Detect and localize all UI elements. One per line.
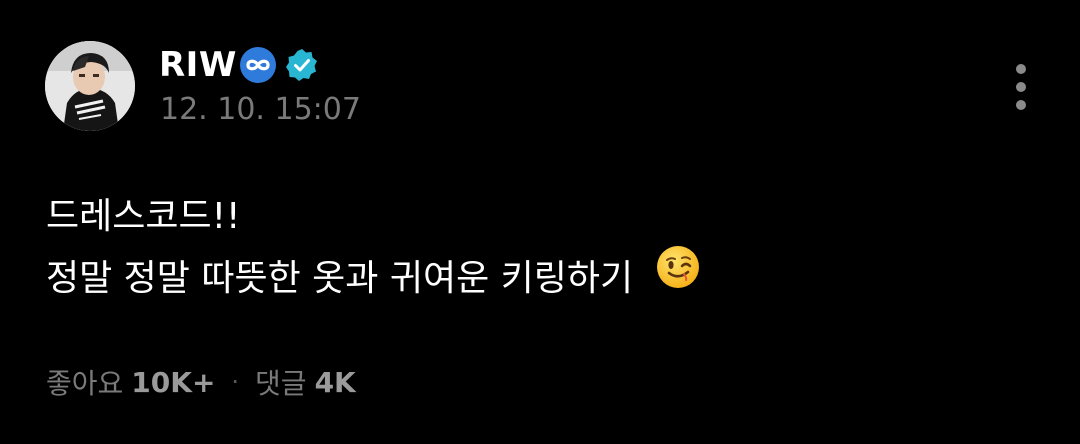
comments-count[interactable]: 댓글 4K [255, 362, 356, 402]
likes-count[interactable]: 좋아요 10K+ [46, 362, 215, 402]
verified-check-icon [285, 48, 319, 82]
post-body: 드레스코드!! 정말 정말 따뜻한 옷과 귀여운 키링하기 [46, 186, 1006, 310]
post-text-line: 드레스코드!! [46, 186, 1006, 248]
more-vertical-icon-dot [1016, 82, 1026, 92]
likes-value: 10K+ [131, 365, 216, 399]
comments-value: 4K [314, 365, 356, 399]
post-text-line: 정말 정말 따뜻한 옷과 귀여운 키링하기 [46, 246, 1006, 310]
post-card: RIW 12. 10. 15:07 드레스코드!! 정말 정말 따뜻한 옷과 귀… [0, 0, 1080, 444]
more-vertical-icon-dot [1016, 100, 1026, 110]
post-text: 정말 정말 따뜻한 옷과 귀여운 키링하기 [46, 258, 634, 299]
more-vertical-icon [1016, 64, 1026, 74]
comments-label: 댓글 [255, 367, 307, 400]
post-timestamp: 12. 10. 15:07 [160, 92, 361, 127]
stats-separator: · [231, 368, 240, 396]
infinity-icon [239, 46, 277, 84]
more-options-button[interactable] [1005, 62, 1037, 112]
winking-face-icon [655, 244, 701, 310]
likes-label: 좋아요 [46, 367, 124, 400]
author-name[interactable]: RIW [159, 45, 237, 85]
post-stats: 좋아요 10K+ · 댓글 4K [46, 360, 356, 404]
author-avatar[interactable] [45, 41, 135, 131]
author-row: RIW [159, 41, 319, 89]
profile-photo [45, 41, 135, 131]
post-text: 드레스코드!! [46, 196, 241, 237]
